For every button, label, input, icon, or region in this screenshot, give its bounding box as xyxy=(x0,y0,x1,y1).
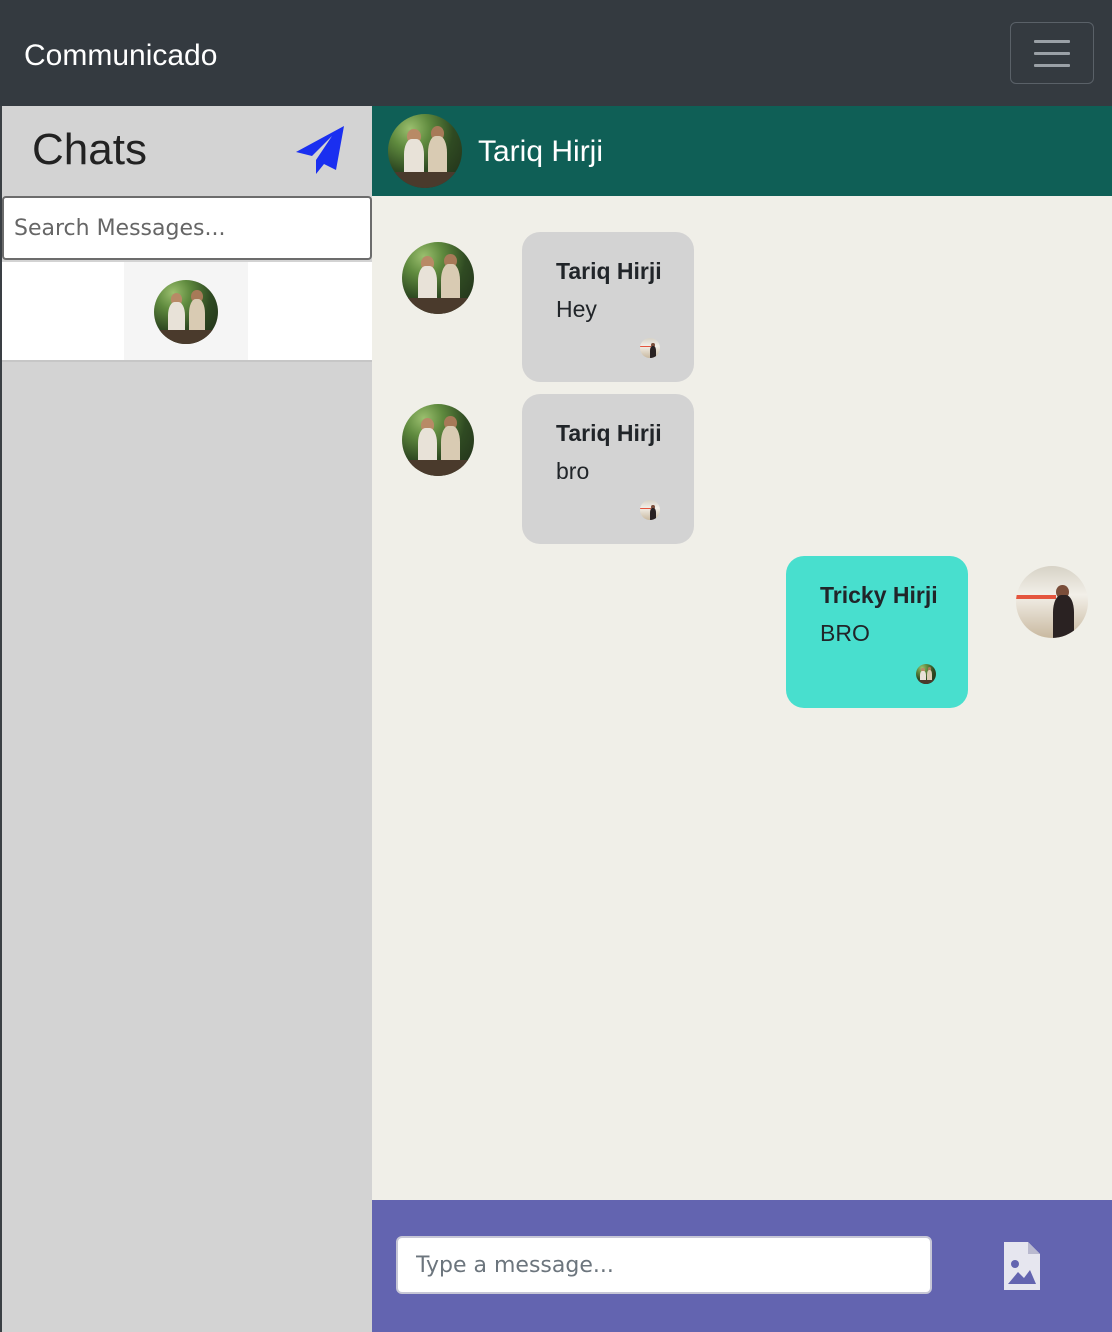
contact-item[interactable] xyxy=(124,262,248,360)
sender-avatar xyxy=(402,404,474,476)
chat-contact-name: Tariq Hirji xyxy=(478,135,604,168)
chats-sidebar: Chats xyxy=(0,106,372,1332)
message-sender: Tariq Hirji xyxy=(556,258,662,284)
message-composer xyxy=(372,1200,1112,1332)
message-list: Tariq Hirji Hey Tariq Hirji bro Tricky H… xyxy=(372,196,1112,1200)
chats-title: Chats xyxy=(32,125,147,174)
app-brand[interactable]: Communicado xyxy=(24,36,217,76)
chat-header: Tariq Hirji xyxy=(372,106,1112,196)
incoming-message-bubble: Tariq Hirji Hey xyxy=(522,232,694,382)
image-file-icon[interactable] xyxy=(1002,1240,1042,1292)
read-receipt-avatar xyxy=(640,500,660,520)
sidebar-header: Chats xyxy=(2,106,372,196)
outgoing-message-bubble: Tricky Hirji BRO xyxy=(786,556,968,708)
read-receipt-avatar xyxy=(640,338,660,358)
sender-avatar xyxy=(1016,566,1088,638)
message-text: Hey xyxy=(556,296,597,322)
message-text: bro xyxy=(556,458,590,484)
contact-avatar xyxy=(154,280,218,344)
message-input[interactable] xyxy=(396,1236,932,1294)
chat-header-avatar[interactable] xyxy=(388,114,462,188)
search-messages-input[interactable] xyxy=(2,196,372,260)
top-navbar: Communicado xyxy=(0,0,1112,106)
read-receipt-avatar xyxy=(916,664,936,684)
message-sender: Tricky Hirji xyxy=(820,582,938,608)
contact-list xyxy=(2,262,372,362)
paper-plane-icon[interactable] xyxy=(292,122,348,178)
message-sender: Tariq Hirji xyxy=(556,420,662,446)
menu-toggle-button[interactable] xyxy=(1010,22,1094,84)
message-text: BRO xyxy=(820,620,870,646)
sender-avatar xyxy=(402,242,474,314)
incoming-message-bubble: Tariq Hirji bro xyxy=(522,394,694,544)
